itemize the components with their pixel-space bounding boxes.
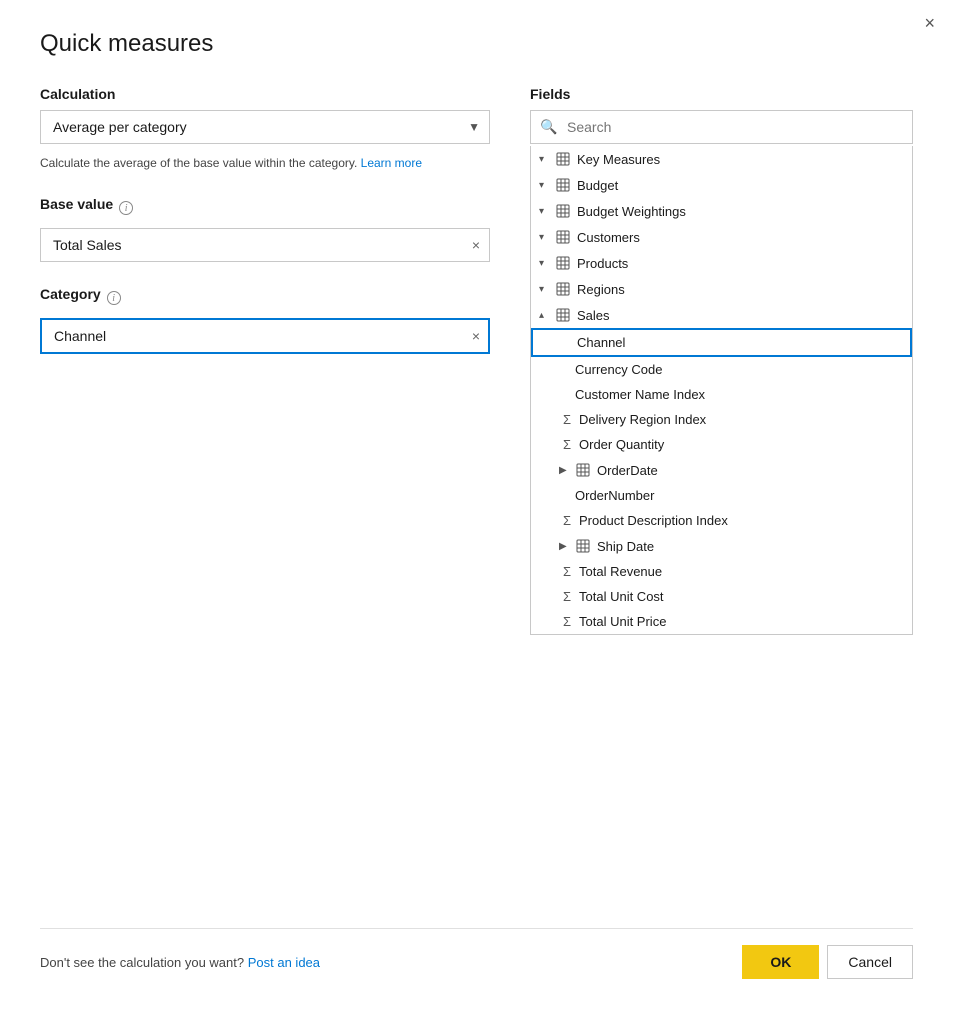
base-value-clear-button[interactable]: ×: [472, 237, 480, 253]
chevron-icon: ▴: [539, 310, 551, 321]
tree-item-customer-name-index[interactable]: Customer Name Index: [531, 382, 912, 407]
chevron-icon: ▾: [539, 232, 551, 243]
base-value-label-row: Base value i: [40, 196, 490, 220]
fields-label: Fields: [530, 86, 913, 102]
ok-button[interactable]: OK: [742, 945, 819, 979]
tree-item-label: Budget Weightings: [577, 204, 904, 219]
chevron-icon: ▾: [539, 154, 551, 165]
tree-item-delivery-region-index[interactable]: Σ Delivery Region Index: [531, 407, 912, 432]
tree-item-label: OrderDate: [597, 463, 904, 478]
tree-item-label: Delivery Region Index: [579, 412, 904, 427]
table-icon: [555, 255, 571, 271]
tree-item-customers[interactable]: ▾ Customers: [531, 224, 912, 250]
tree-item-order-date[interactable]: ▶ OrderDate: [531, 457, 912, 483]
tree-item-label: Key Measures: [577, 152, 904, 167]
table-icon: [555, 177, 571, 193]
base-value-wrapper: ×: [40, 228, 490, 262]
tree-item-key-measures[interactable]: ▾ Key Measures: [531, 146, 912, 172]
tree-item-label: Channel: [577, 335, 902, 350]
table-icon: [555, 151, 571, 167]
tree-item-label: Regions: [577, 282, 904, 297]
tree-item-label: Product Description Index: [579, 513, 904, 528]
sigma-icon: Σ: [559, 437, 575, 452]
tree-item-label: Ship Date: [597, 539, 904, 554]
base-value-input[interactable]: [40, 228, 490, 262]
category-input[interactable]: [40, 318, 490, 354]
tree-item-regions[interactable]: ▾ Regions: [531, 276, 912, 302]
chevron-icon: ▾: [539, 258, 551, 269]
footer-hint: Don't see the calculation you want? Post…: [40, 955, 320, 970]
category-wrapper: ×: [40, 318, 490, 354]
chevron-icon: ▾: [539, 206, 551, 217]
tree-item-label: Products: [577, 256, 904, 271]
chevron-icon: ▾: [539, 180, 551, 191]
quick-measures-dialog: × Quick measures Calculation Average per…: [0, 0, 953, 1019]
search-box-wrapper: 🔍: [530, 110, 913, 144]
calculation-label: Calculation: [40, 86, 490, 102]
search-icon: 🔍: [540, 119, 557, 136]
tree-item-product-description-index[interactable]: Σ Product Description Index: [531, 508, 912, 533]
sigma-icon: Σ: [559, 412, 575, 427]
tree-item-channel[interactable]: Channel: [531, 328, 912, 357]
tree-item-currency-code[interactable]: Currency Code: [531, 357, 912, 382]
category-label: Category: [40, 286, 101, 302]
tree-item-order-number[interactable]: OrderNumber: [531, 483, 912, 508]
table-icon: [555, 203, 571, 219]
tree-item-label: Customer Name Index: [575, 387, 904, 402]
tree-item-sales[interactable]: ▴ Sales: [531, 302, 912, 328]
post-idea-link[interactable]: Post an idea: [248, 955, 320, 970]
category-label-row: Category i: [40, 286, 490, 310]
table-icon: [575, 462, 591, 478]
tree-item-label: Currency Code: [575, 362, 904, 377]
left-column: Calculation Average per category ▼ Calcu…: [40, 86, 490, 898]
calculation-dropdown[interactable]: Average per category: [40, 110, 490, 144]
tree-item-ship-date[interactable]: ▶ Ship Date: [531, 533, 912, 559]
fields-tree: ▾ Key Measures ▾: [530, 146, 913, 635]
calculation-dropdown-wrapper: Average per category ▼: [40, 110, 490, 144]
chevron-icon: ▾: [539, 284, 551, 295]
sigma-icon: Σ: [559, 564, 575, 579]
table-icon: [575, 538, 591, 554]
chevron-icon: ▶: [559, 465, 571, 476]
calc-description: Calculate the average of the base value …: [40, 154, 490, 172]
base-value-label: Base value: [40, 196, 113, 212]
tree-item-budget[interactable]: ▾ Budget: [531, 172, 912, 198]
tree-item-label: Total Revenue: [579, 564, 904, 579]
chevron-icon: ▶: [559, 541, 571, 552]
button-row: OK Cancel: [742, 945, 913, 979]
sigma-icon: Σ: [559, 513, 575, 528]
category-clear-button[interactable]: ×: [472, 328, 480, 344]
cancel-button[interactable]: Cancel: [827, 945, 913, 979]
tree-item-products[interactable]: ▾ Products: [531, 250, 912, 276]
tree-item-budget-weightings[interactable]: ▾ Budget Weightings: [531, 198, 912, 224]
dialog-title: Quick measures: [40, 30, 913, 58]
tree-item-total-unit-price[interactable]: Σ Total Unit Price: [531, 609, 912, 634]
tree-item-label: Total Unit Cost: [579, 589, 904, 604]
learn-more-link[interactable]: Learn more: [361, 156, 422, 170]
table-icon: [555, 229, 571, 245]
sigma-icon: Σ: [559, 614, 575, 629]
tree-item-label: Customers: [577, 230, 904, 245]
tree-item-label: OrderNumber: [575, 488, 904, 503]
tree-item-total-unit-cost[interactable]: Σ Total Unit Cost: [531, 584, 912, 609]
tree-item-label: Order Quantity: [579, 437, 904, 452]
search-input[interactable]: [530, 110, 913, 144]
tree-item-label: Sales: [577, 308, 904, 323]
tree-item-order-quantity[interactable]: Σ Order Quantity: [531, 432, 912, 457]
sigma-icon: Σ: [559, 589, 575, 604]
category-info-icon: i: [107, 291, 121, 305]
base-value-info-icon: i: [119, 201, 133, 215]
right-column: Fields 🔍 ▾: [530, 86, 913, 898]
table-icon: [555, 307, 571, 323]
table-icon: [555, 281, 571, 297]
close-button[interactable]: ×: [924, 14, 935, 32]
bottom-bar: Don't see the calculation you want? Post…: [40, 928, 913, 979]
tree-item-total-revenue[interactable]: Σ Total Revenue: [531, 559, 912, 584]
tree-item-label: Total Unit Price: [579, 614, 904, 629]
tree-item-label: Budget: [577, 178, 904, 193]
